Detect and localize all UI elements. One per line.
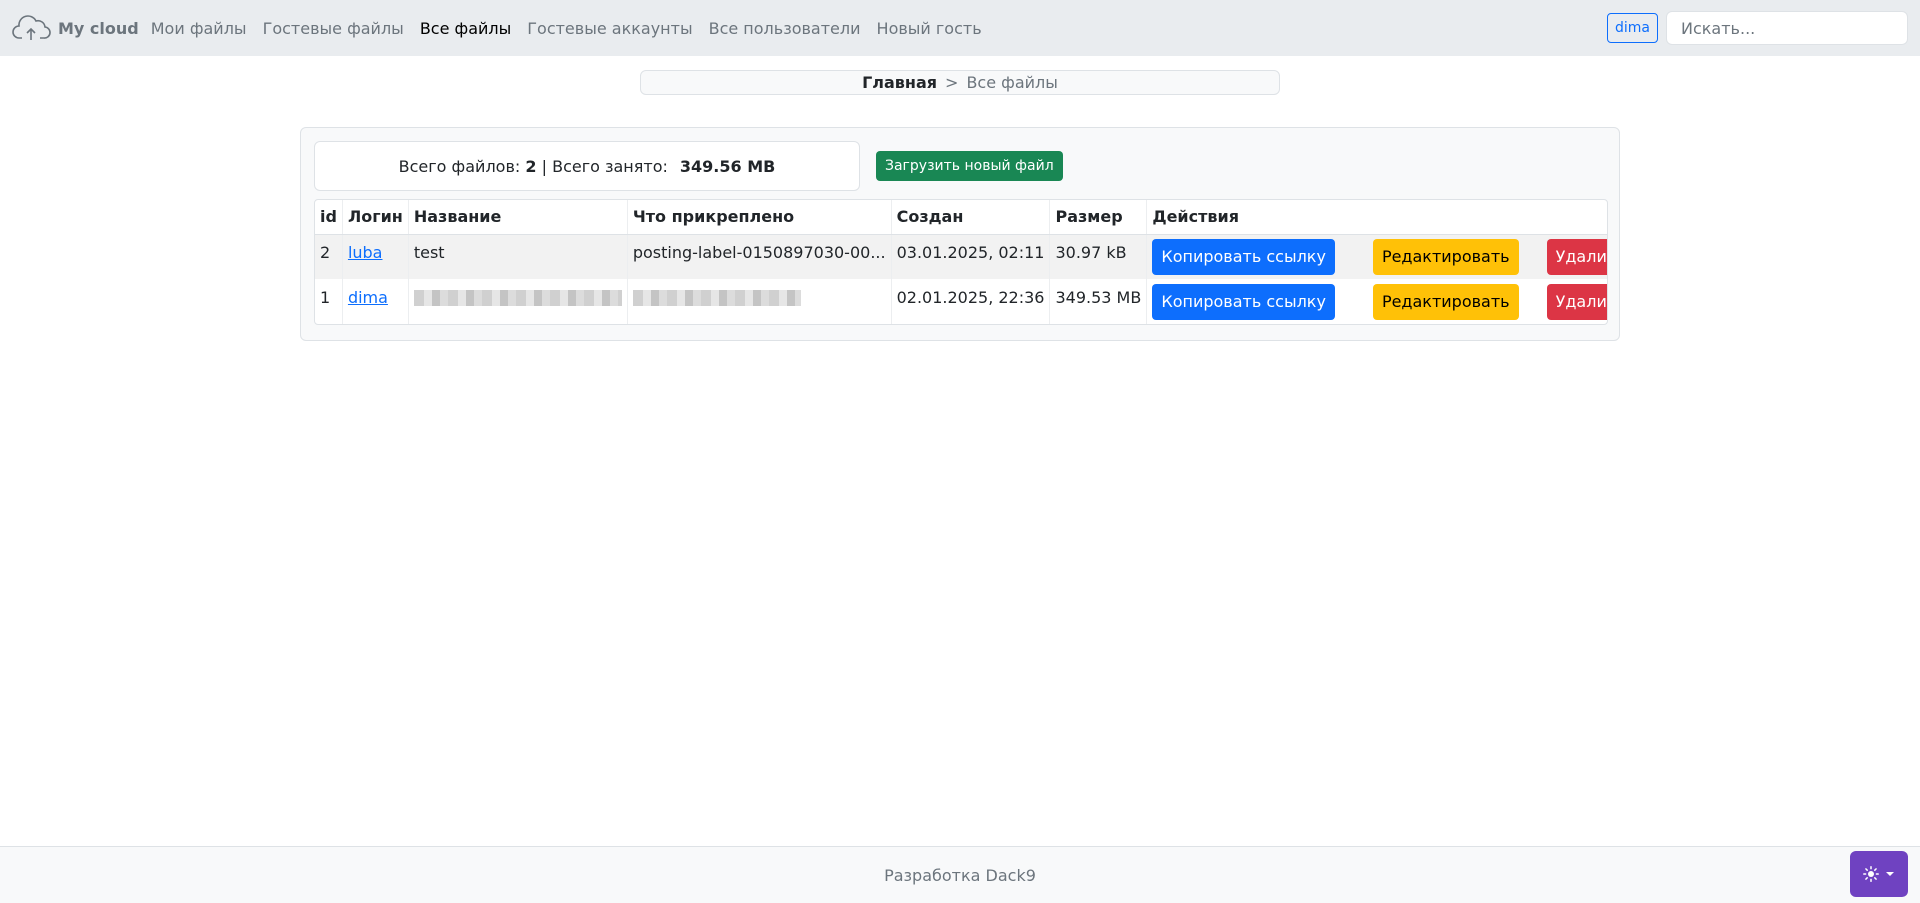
nav-link-my-files[interactable]: Мои файлы <box>143 19 255 38</box>
header-size: Размер <box>1049 200 1147 235</box>
nav-link-guest-files[interactable]: Гостевые файлы <box>255 19 412 38</box>
search-input[interactable] <box>1666 11 1908 45</box>
user-badge[interactable]: dima <box>1607 13 1658 43</box>
used-space-label: Всего занято: <box>552 156 668 176</box>
files-summary: Всего файлов: 2 | Всего занято: 349.56 MB <box>314 141 860 191</box>
files-count-label: Всего файлов: <box>398 156 521 176</box>
table-header-row: id Логин Название Что прикреплено Создан… <box>315 200 1607 235</box>
cell-id: 2 <box>315 233 343 279</box>
nav-link-guest-accounts[interactable]: Гостевые аккаунты <box>519 19 700 38</box>
footer: Разработка Dack9 <box>0 846 1920 903</box>
nav-links: Мои файлы Гостевые файлы Все файлы Госте… <box>143 19 990 38</box>
breadcrumb-home[interactable]: Главная <box>862 73 937 92</box>
header-id: id <box>315 200 343 235</box>
cell-actions: Копировать ссылку Редактировать Удалить <box>1146 233 1607 279</box>
cell-created: 02.01.2025, 22:36 <box>890 278 1050 324</box>
delete-button[interactable]: Удалить <box>1546 283 1607 320</box>
caret-down-icon <box>1886 872 1894 876</box>
files-table-wrapper: id Логин Название Что прикреплено Создан… <box>314 199 1608 325</box>
edit-button[interactable]: Редактировать <box>1372 238 1519 275</box>
redacted-attachment <box>632 290 801 306</box>
nav-link-all-users[interactable]: Все пользователи <box>701 19 869 38</box>
cloud-upload-icon <box>12 15 51 40</box>
files-count: 2 <box>525 156 537 176</box>
breadcrumb: Главная > Все файлы <box>640 70 1280 95</box>
cell-actions: Копировать ссылку Редактировать Удалить <box>1146 278 1607 324</box>
sun-icon <box>1863 866 1879 882</box>
delete-button[interactable]: Удалить <box>1546 238 1607 275</box>
redacted-name <box>413 290 622 306</box>
brand-link[interactable]: My cloud <box>12 12 139 44</box>
cell-created: 03.01.2025, 02:11 <box>890 233 1050 279</box>
files-table: id Логин Название Что прикреплено Создан… <box>315 200 1607 324</box>
edit-button[interactable]: Редактировать <box>1372 283 1519 320</box>
footer-text: Разработка Dack9 <box>884 865 1036 885</box>
header-actions: Действия <box>1146 200 1607 235</box>
breadcrumb-separator: > <box>945 73 959 92</box>
cell-login: luba <box>341 233 409 279</box>
cell-attached <box>626 278 892 324</box>
brand-name: My cloud <box>58 18 139 38</box>
nav-right: dima <box>1607 11 1908 45</box>
cell-size: 349.53 MB <box>1049 278 1147 324</box>
cell-id: 1 <box>315 278 343 324</box>
cell-name <box>407 278 628 324</box>
nav-link-all-files[interactable]: Все файлы <box>412 19 519 38</box>
navbar: My cloud Мои файлы Гостевые файлы Все фа… <box>0 0 1920 56</box>
header-attached: Что прикреплено <box>626 200 892 235</box>
summary-divider: | <box>541 156 547 176</box>
header-name: Название <box>407 200 628 235</box>
table-row: 2 luba test posting-label-0150897030-00.… <box>315 233 1607 279</box>
table-row: 1 dima 02.01.2025, 22:36 349.53 MB Копир… <box>315 278 1607 324</box>
login-link[interactable]: luba <box>348 243 383 262</box>
cell-name: test <box>407 233 628 279</box>
copy-link-button[interactable]: Копировать ссылку <box>1152 283 1335 320</box>
files-card: Всего файлов: 2 | Всего занято: 349.56 MB… <box>300 127 1620 341</box>
upload-file-button[interactable]: Загрузить новый файл <box>876 151 1063 181</box>
copy-link-button[interactable]: Копировать ссылку <box>1152 238 1335 275</box>
breadcrumb-current: Все файлы <box>966 73 1058 92</box>
theme-toggle-button[interactable] <box>1850 851 1908 897</box>
cell-attached: posting-label-0150897030-00... <box>626 233 892 279</box>
cell-login: dima <box>341 278 409 324</box>
nav-link-new-guest[interactable]: Новый гость <box>869 19 990 38</box>
header-login: Логин <box>341 200 409 235</box>
header-created: Создан <box>890 200 1050 235</box>
login-link[interactable]: dima <box>348 288 388 307</box>
used-space-value: 349.56 MB <box>679 156 776 176</box>
cell-size: 30.97 kB <box>1049 233 1147 279</box>
